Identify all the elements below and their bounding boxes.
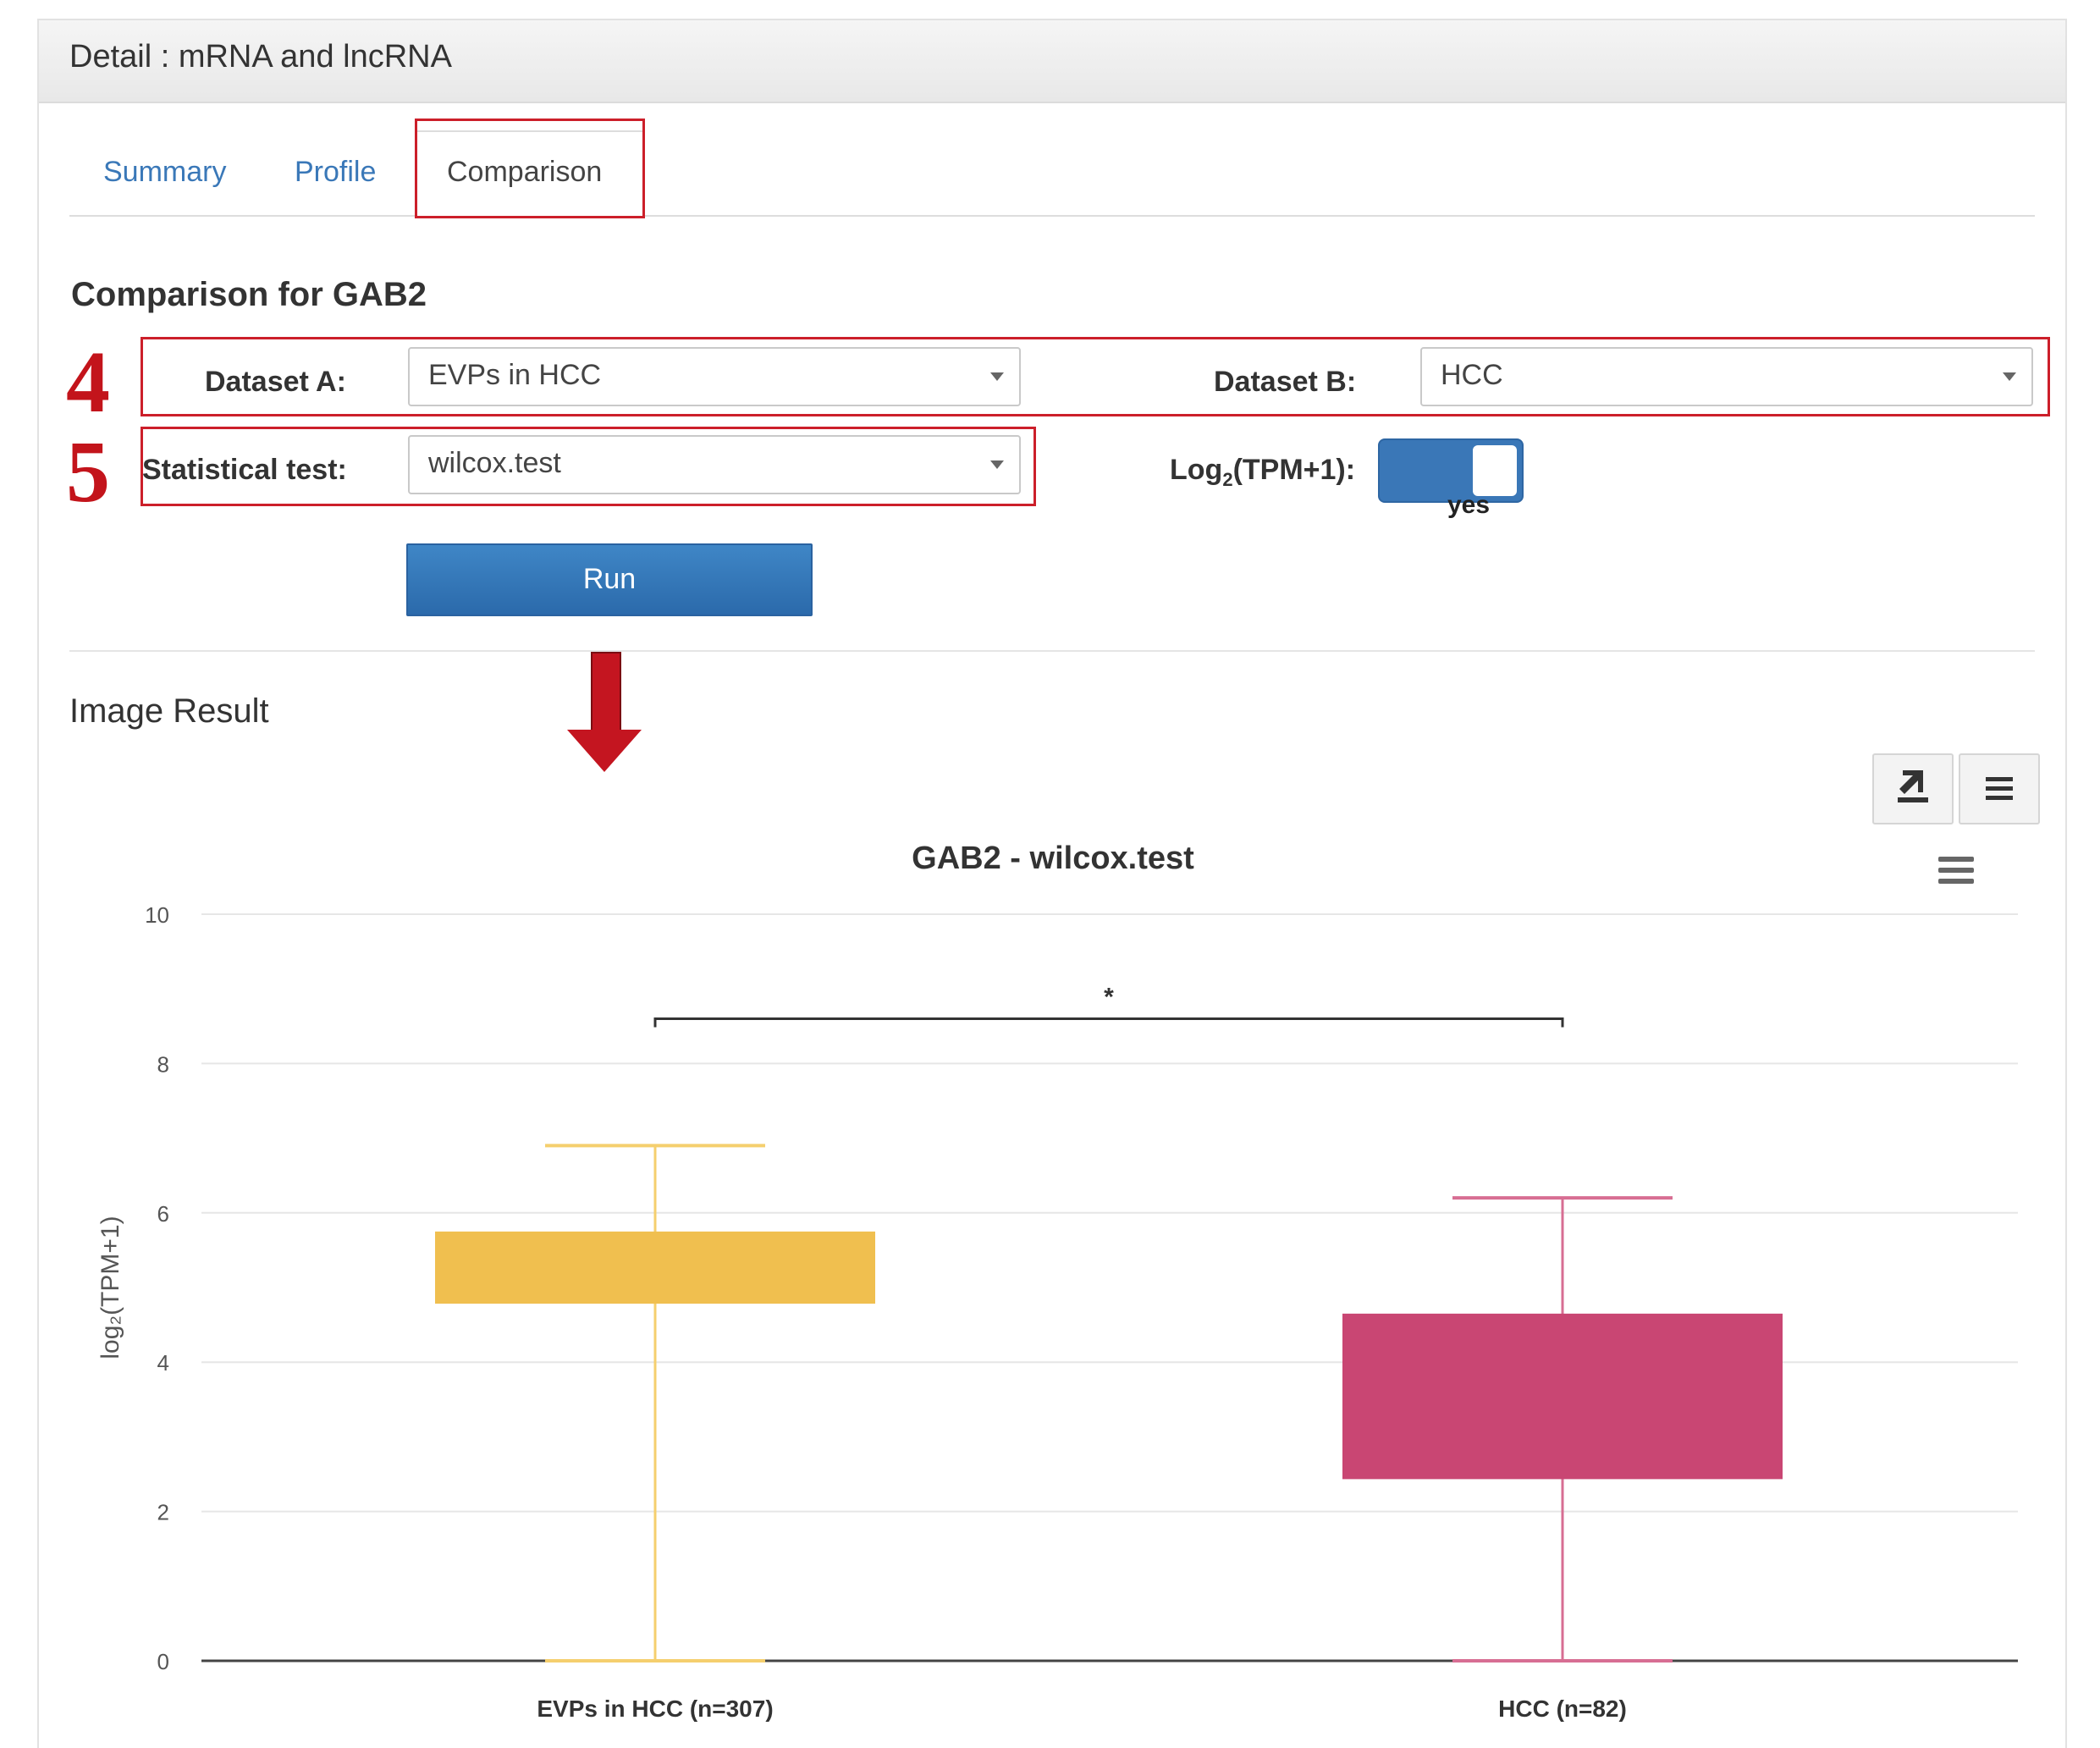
log-label-subscript: 2	[1222, 468, 1233, 490]
menu-button[interactable]	[1959, 753, 2040, 824]
panel-title: Detail : mRNA and lncRNA	[69, 39, 452, 74]
stat-test-value: wilcox.test	[428, 447, 561, 479]
arrow-head	[567, 730, 642, 772]
hamburger-line	[1986, 786, 2013, 791]
run-button[interactable]: Run	[406, 543, 813, 616]
chart-context-menu-icon[interactable]	[1938, 857, 1977, 891]
chevron-down-icon	[990, 372, 1004, 381]
page-title: Comparison for GAB2	[71, 276, 427, 313]
hamburger-line	[1986, 796, 2013, 800]
step-number-test: 5	[66, 423, 110, 521]
arrow-shaft	[591, 652, 621, 735]
tab-profile[interactable]: Profile	[295, 156, 376, 189]
toggle-state-label: yes	[1447, 491, 1491, 519]
image-result-heading: Image Result	[69, 692, 269, 730]
dataset-a-label: Dataset A:	[205, 366, 346, 398]
log-transform-label: Log2(TPM+1):	[1170, 454, 1355, 491]
tab-summary[interactable]: Summary	[103, 156, 226, 189]
chevron-down-icon	[990, 460, 1004, 469]
section-divider	[69, 650, 2035, 652]
menu-line	[1938, 879, 1974, 884]
tab-highlight-box	[415, 119, 645, 218]
step-number-dataset: 4	[66, 334, 110, 431]
download-icon	[1898, 770, 1928, 802]
dataset-a-value: EVPs in HCC	[428, 359, 602, 391]
menu-line	[1938, 868, 1974, 873]
menu-line	[1938, 857, 1974, 862]
dataset-b-label: Dataset B:	[1214, 366, 1357, 398]
detail-panel: Detail : mRNA and lncRNA Summary Profile…	[37, 19, 2067, 1748]
download-button[interactable]	[1872, 753, 1954, 824]
panel-header: Detail : mRNA and lncRNA	[39, 20, 2065, 103]
dataset-b-select[interactable]: HCC	[1420, 347, 2033, 406]
stat-test-label: Statistical test:	[142, 454, 347, 486]
tabs-underline	[69, 215, 2035, 217]
log-label-suffix: (TPM+1):	[1232, 454, 1356, 486]
stat-test-select[interactable]: wilcox.test	[408, 435, 1021, 494]
hamburger-menu-icon	[1986, 777, 2013, 781]
dataset-a-select[interactable]: EVPs in HCC	[408, 347, 1021, 406]
chevron-down-icon	[2003, 372, 2016, 381]
toggle-knob	[1473, 445, 1517, 496]
dataset-b-value: HCC	[1441, 359, 1503, 391]
log-label-text: Log	[1170, 454, 1223, 486]
